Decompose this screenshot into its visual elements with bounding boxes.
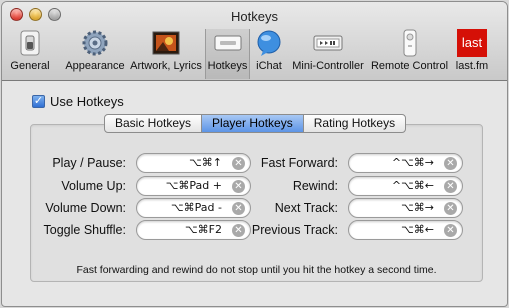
clear-icon[interactable]: ✕	[232, 180, 245, 193]
switch-icon	[14, 29, 46, 57]
ichat-icon	[253, 29, 285, 57]
use-hotkeys-label: Use Hotkeys	[50, 94, 124, 109]
clear-icon[interactable]: ✕	[444, 224, 457, 237]
toggle-shuffle-hotkey-value: ⌥⌘F2	[184, 223, 222, 236]
clear-icon[interactable]: ✕	[232, 224, 245, 237]
toolbar-item-ichat[interactable]: iChat	[253, 29, 285, 79]
hotkeys-pane: ✓ Use Hotkeys Basic Hotkeys Player Hotke…	[2, 82, 507, 306]
hotkey-tabs: Basic Hotkeys Player Hotkeys Rating Hotk…	[104, 114, 407, 133]
rewind-hotkey-field[interactable]: ^⌥⌘← ✕	[348, 176, 463, 196]
volume-up-hotkey-field[interactable]: ⌥⌘Pad + ✕	[136, 176, 251, 196]
volume-up-hotkey-value: ⌥⌘Pad +	[165, 179, 222, 192]
gear-icon	[79, 29, 111, 57]
toolbar-item-appearance[interactable]: Appearance	[65, 29, 125, 79]
fast-forward-label: Fast Forward:	[260, 156, 338, 170]
toolbar-item-hotkeys[interactable]: Hotkeys	[205, 29, 250, 79]
volume-up-label: Volume Up:	[61, 179, 126, 193]
fast-forward-hotkey-field[interactable]: ^⌥⌘→ ✕	[348, 153, 463, 173]
lastfm-icon: last	[456, 29, 488, 57]
window-title: Hotkeys	[231, 9, 278, 24]
fast-forward-hotkey-value: ^⌥⌘→	[391, 156, 434, 169]
tab-basic-hotkeys[interactable]: Basic Hotkeys	[105, 115, 201, 132]
next-track-hotkey-field[interactable]: ⌥⌘→ ✕	[348, 198, 463, 218]
toolbar-item-mini-controller[interactable]: Mini-Controller	[288, 29, 368, 79]
play-pause-label: Play / Pause:	[52, 156, 126, 170]
clear-icon[interactable]: ✕	[444, 202, 457, 215]
artwork-icon	[150, 29, 182, 57]
preferences-window: Hotkeys General Appearance Artwork, Lyri…	[1, 1, 508, 307]
previous-track-hotkey-field[interactable]: ⌥⌘← ✕	[348, 220, 463, 240]
tab-rating-hotkeys[interactable]: Rating Hotkeys	[302, 115, 405, 132]
toggle-shuffle-hotkey-field[interactable]: ⌥⌘F2 ✕	[136, 220, 251, 240]
next-track-hotkey-value: ⌥⌘→	[401, 201, 434, 214]
volume-down-hotkey-field[interactable]: ⌥⌘Pad - ✕	[136, 198, 251, 218]
tab-player-hotkeys[interactable]: Player Hotkeys	[201, 115, 303, 132]
clear-icon[interactable]: ✕	[444, 180, 457, 193]
rewind-label: Rewind:	[292, 179, 338, 193]
keyboard-icon	[212, 29, 244, 57]
toolbar-item-general[interactable]: General	[7, 29, 53, 79]
toolbar-item-lastfm[interactable]: last last.fm	[453, 29, 491, 79]
clear-icon[interactable]: ✕	[232, 202, 245, 215]
use-hotkeys-checkbox[interactable]: ✓	[32, 95, 45, 108]
volume-down-label: Volume Down:	[45, 201, 126, 215]
clear-icon[interactable]: ✕	[444, 157, 457, 170]
use-hotkeys-option[interactable]: ✓ Use Hotkeys	[32, 94, 124, 109]
toggle-shuffle-label: Toggle Shuffle:	[43, 223, 126, 237]
remote-icon	[394, 29, 426, 57]
volume-down-hotkey-value: ⌥⌘Pad -	[170, 201, 222, 214]
toolbar: Hotkeys General Appearance Artwork, Lyri…	[2, 2, 507, 81]
play-pause-hotkey-value: ⌥⌘↑	[189, 156, 222, 169]
previous-track-hotkey-value: ⌥⌘←	[401, 223, 434, 236]
clear-icon[interactable]: ✕	[232, 157, 245, 170]
rewind-hotkey-value: ^⌥⌘←	[391, 179, 434, 192]
toolbar-item-remote-control[interactable]: Remote Control	[371, 29, 448, 79]
fast-forward-note: Fast forwarding and rewind do not stop u…	[76, 264, 437, 276]
previous-track-label: Previous Track:	[251, 223, 338, 237]
play-pause-hotkey-field[interactable]: ⌥⌘↑ ✕	[136, 153, 251, 173]
mini-controller-icon	[312, 29, 344, 57]
next-track-label: Next Track:	[274, 201, 338, 215]
toolbar-item-artwork-lyrics[interactable]: Artwork, Lyrics	[128, 29, 204, 79]
